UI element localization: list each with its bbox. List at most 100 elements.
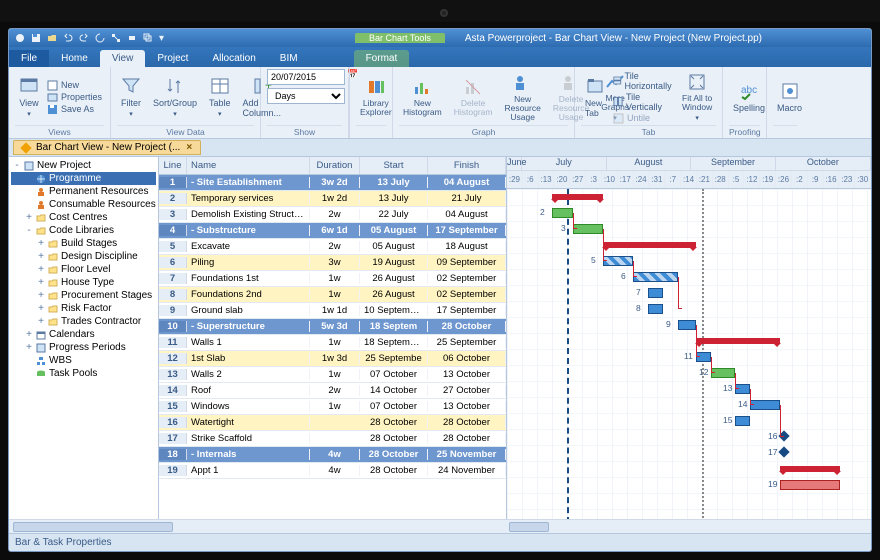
timescale[interactable]: JuneJulyAugustSeptemberOctober :29:6:13:… bbox=[507, 157, 871, 189]
tree-item[interactable]: +Design Discipline bbox=[11, 250, 156, 263]
qat-dropdown-icon[interactable]: ▾ bbox=[159, 33, 169, 43]
grid-row[interactable]: 11 Walls 1 1w 18 September 25 September bbox=[159, 335, 506, 351]
grid-row[interactable]: 6 Piling 3w 19 August 09 September bbox=[159, 255, 506, 271]
fit-all-button[interactable]: Fit All to Window▾ bbox=[678, 70, 716, 124]
delete-histogram-button[interactable]: Delete Histogram bbox=[450, 75, 497, 119]
redo-icon[interactable] bbox=[79, 33, 89, 43]
sort-group-button[interactable]: Sort/Group▾ bbox=[149, 74, 201, 120]
tree-item[interactable]: +Calendars bbox=[11, 328, 156, 341]
grid-row[interactable]: 1 - Site Establishment 3w 2d 13 July 04 … bbox=[159, 175, 506, 191]
task-bar[interactable] bbox=[552, 208, 573, 218]
col-finish[interactable]: Finish bbox=[428, 157, 506, 174]
tree-item[interactable]: +House Type bbox=[11, 276, 156, 289]
col-name[interactable]: Name bbox=[187, 157, 310, 174]
grid-row[interactable]: 10 - Superstructure 5w 3d 18 Septem 28 O… bbox=[159, 319, 506, 335]
delete-resource-usage-button[interactable]: Delete Resource Usage bbox=[549, 71, 593, 124]
grid-row[interactable]: 12 1st Slab 1w 3d 25 Septembe 06 October bbox=[159, 351, 506, 367]
tile-horizontally-button[interactable]: Tile Horizontally bbox=[613, 71, 674, 91]
tab-file[interactable]: File bbox=[9, 50, 49, 67]
project-explorer[interactable]: -New ProjectProgrammePermanent Resources… bbox=[9, 157, 159, 533]
task-bar[interactable] bbox=[735, 416, 750, 426]
tab-view[interactable]: View bbox=[100, 50, 146, 67]
refresh-icon[interactable] bbox=[95, 33, 105, 43]
tab-project[interactable]: Project bbox=[145, 50, 200, 67]
grid-row[interactable]: 19 Appt 1 4w 28 October 24 November bbox=[159, 463, 506, 479]
task-bar[interactable] bbox=[633, 272, 678, 282]
tab-allocation[interactable]: Allocation bbox=[200, 50, 267, 67]
open-icon[interactable] bbox=[47, 33, 57, 43]
summary-bar[interactable] bbox=[603, 242, 696, 248]
tree-item[interactable]: +Build Stages bbox=[11, 237, 156, 250]
tree-item[interactable]: +Cost Centres bbox=[11, 211, 156, 224]
grid-hscroll[interactable] bbox=[159, 519, 507, 533]
new-view-button[interactable]: New bbox=[47, 80, 102, 91]
grid-row[interactable]: 18 - Internals 4w 28 October 25 November bbox=[159, 447, 506, 463]
new-resource-usage-button[interactable]: New Resource Usage bbox=[500, 71, 544, 124]
tree-item[interactable]: Programme bbox=[11, 172, 156, 185]
tree-item[interactable]: +Trades Contractor bbox=[11, 315, 156, 328]
tree-item[interactable]: Task Pools bbox=[11, 367, 156, 380]
save-icon[interactable] bbox=[31, 33, 41, 43]
task-bar[interactable] bbox=[573, 224, 603, 234]
grid-row[interactable]: 14 Roof 2w 14 October 27 October bbox=[159, 383, 506, 399]
grid-row[interactable]: 16 Watertight 28 October 28 October bbox=[159, 415, 506, 431]
tree-item[interactable]: +Procurement Stages bbox=[11, 289, 156, 302]
task-bar[interactable] bbox=[678, 320, 696, 330]
col-duration[interactable]: Duration bbox=[310, 157, 360, 174]
col-start[interactable]: Start bbox=[360, 157, 428, 174]
col-line[interactable]: Line bbox=[159, 157, 187, 174]
timescale-unit-select[interactable]: Days bbox=[267, 88, 345, 104]
tree-root[interactable]: -New Project bbox=[11, 159, 156, 172]
gantt-chart[interactable]: JuneJulyAugustSeptemberOctober :29:6:13:… bbox=[507, 157, 871, 533]
task-bar[interactable] bbox=[750, 400, 780, 410]
tree-item[interactable]: -Code Libraries bbox=[11, 224, 156, 237]
milestone[interactable] bbox=[778, 446, 789, 457]
macro-button[interactable]: Macro bbox=[773, 79, 806, 115]
grid-row[interactable]: 15 Windows 1w 07 October 13 October bbox=[159, 399, 506, 415]
goto-date-input[interactable] bbox=[267, 69, 345, 85]
tree-item[interactable]: Permanent Resources bbox=[11, 185, 156, 198]
tab-format[interactable]: Format bbox=[354, 50, 410, 67]
print-icon[interactable] bbox=[127, 33, 137, 43]
summary-bar[interactable] bbox=[780, 466, 840, 472]
tree-item[interactable]: +Progress Periods bbox=[11, 341, 156, 354]
cascade-icon[interactable] bbox=[143, 33, 153, 43]
grid-row[interactable]: 17 Strike Scaffold 28 October 28 October bbox=[159, 431, 506, 447]
summary-bar[interactable] bbox=[696, 338, 780, 344]
grid-row[interactable]: 5 Excavate 2w 05 August 18 August bbox=[159, 239, 506, 255]
undo-icon[interactable] bbox=[63, 33, 73, 43]
properties-button[interactable]: Properties bbox=[47, 92, 102, 103]
new-histogram-button[interactable]: New Histogram bbox=[399, 75, 446, 119]
grid-row[interactable]: 13 Walls 2 1w 07 October 13 October bbox=[159, 367, 506, 383]
task-bar[interactable] bbox=[603, 256, 633, 266]
tab-bim[interactable]: BIM bbox=[268, 50, 310, 67]
grid-row[interactable]: 4 - Substructure 6w 1d 05 August 17 Sept… bbox=[159, 223, 506, 239]
view-button[interactable]: View▾ bbox=[15, 74, 43, 120]
filter-button[interactable]: Filter▾ bbox=[117, 74, 145, 120]
summary-bar[interactable] bbox=[552, 194, 603, 200]
task-bar[interactable] bbox=[648, 288, 663, 298]
document-tab[interactable]: Bar Chart View - New Project (... × bbox=[13, 140, 201, 155]
link-icon[interactable] bbox=[111, 33, 121, 43]
task-bar[interactable] bbox=[780, 480, 840, 490]
spelling-button[interactable]: abcSpelling bbox=[729, 79, 769, 115]
grid-row[interactable]: 7 Foundations 1st 1w 26 August 02 Septem… bbox=[159, 271, 506, 287]
tile-vertically-button[interactable]: Tile Vertically bbox=[613, 92, 674, 112]
untile-button[interactable]: Untile bbox=[613, 113, 674, 124]
task-bar[interactable] bbox=[648, 304, 663, 314]
library-explorer-button[interactable]: Library Explorer bbox=[356, 75, 396, 119]
tree-item[interactable]: WBS bbox=[11, 354, 156, 367]
table-button[interactable]: Table▾ bbox=[205, 74, 235, 120]
tree-item[interactable]: +Floor Level bbox=[11, 263, 156, 276]
grid-row[interactable]: 2 Temporary services 1w 2d 13 July 21 Ju… bbox=[159, 191, 506, 207]
gantt-hscroll[interactable] bbox=[507, 519, 871, 533]
tree-item[interactable]: Consumable Resources bbox=[11, 198, 156, 211]
grid-row[interactable]: 8 Foundations 2nd 1w 26 August 02 Septem… bbox=[159, 287, 506, 303]
tab-home[interactable]: Home bbox=[49, 50, 100, 67]
grid-row[interactable]: 3 Demolish Existing Structure 2w 22 July… bbox=[159, 207, 506, 223]
tree-item[interactable]: +Risk Factor bbox=[11, 302, 156, 315]
close-tab-button[interactable]: × bbox=[186, 142, 192, 153]
grid-row[interactable]: 9 Ground slab 1w 1d 10 September 17 Sept… bbox=[159, 303, 506, 319]
save-as-button[interactable]: Save As bbox=[47, 104, 102, 115]
task-grid[interactable]: Line Name Duration Start Finish 1 - Site… bbox=[159, 157, 507, 533]
